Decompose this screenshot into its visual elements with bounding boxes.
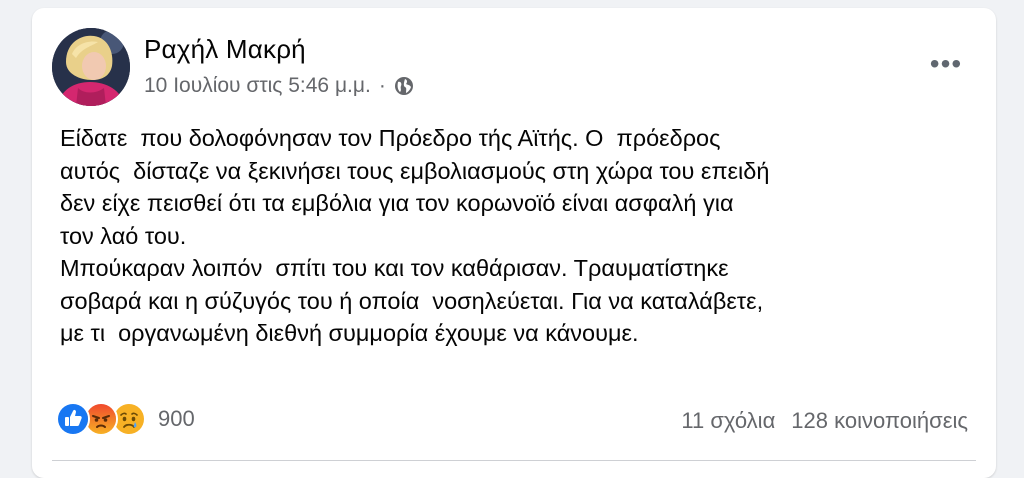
post-paragraph: Μπούκαραν λοιπόν σπίτι του και τον καθάρ… — [60, 255, 764, 346]
comments-count[interactable]: 11 σχόλια — [681, 408, 775, 434]
shares-count[interactable]: 128 κοινοποιήσεις — [791, 408, 968, 434]
like-icon — [56, 402, 90, 436]
post-meta: 10 Ιουλίου στις 5:46 μ.μ. · — [144, 74, 414, 98]
avatar[interactable] — [52, 28, 130, 106]
avatar-image — [52, 28, 130, 106]
author-name[interactable]: Ραχήλ Μακρή — [144, 34, 306, 65]
engagement-stats: 11 σχόλια 128 κοινοποιήσεις — [681, 408, 968, 434]
reactions-summary[interactable]: 900 — [56, 402, 195, 436]
post-timestamp[interactable]: 10 Ιουλίου στις 5:46 μ.μ. — [144, 74, 371, 98]
globe-icon[interactable] — [394, 76, 414, 96]
post-body: Είδατε που δολοφόνησαν τον Πρόεδρο τής Α… — [60, 122, 980, 350]
post-card: Ραχήλ Μακρή 10 Ιουλίου στις 5:46 μ.μ. · … — [32, 8, 996, 478]
more-options-button[interactable]: ••• — [924, 46, 968, 82]
reaction-count: 900 — [158, 406, 195, 431]
meta-separator: · — [378, 74, 386, 97]
post-paragraph: Είδατε που δολοφόνησαν τον Πρόεδρο τής Α… — [60, 125, 770, 249]
divider — [52, 460, 976, 461]
